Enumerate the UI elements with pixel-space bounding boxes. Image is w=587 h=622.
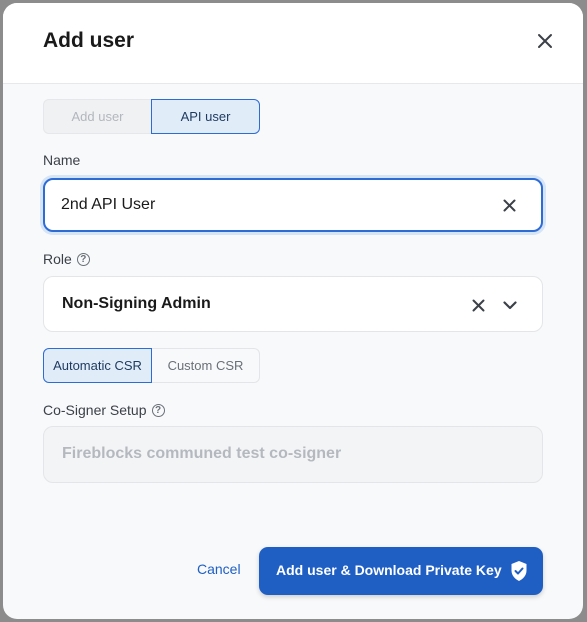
name-label: Name (43, 152, 80, 168)
name-clear-button[interactable] (499, 195, 519, 215)
cancel-button[interactable]: Cancel (197, 561, 241, 577)
role-label: Role ? (43, 251, 90, 267)
role-label-text: Role (43, 251, 72, 267)
x-clear-icon (472, 299, 484, 311)
csr-toggle: Automatic CSR Custom CSR (43, 348, 260, 383)
submit-label: Add user & Download Private Key (276, 562, 502, 578)
close-button[interactable] (533, 29, 557, 53)
dialog-title: Add user (43, 29, 135, 52)
shield-check-icon (511, 561, 527, 581)
role-select[interactable]: Non-Signing Admin (43, 276, 543, 332)
cosigner-value: Fireblocks communed test co-signer (62, 445, 342, 462)
role-clear-button[interactable] (468, 295, 488, 315)
x-clear-icon (503, 199, 515, 211)
question-circle-icon[interactable]: ? (151, 403, 165, 417)
role-value: Non-Signing Admin (62, 295, 211, 312)
add-user-download-key-button[interactable]: Add user & Download Private Key (259, 547, 543, 595)
user-type-toggle: Add user API user (43, 99, 260, 134)
role-dropdown-toggle[interactable] (500, 295, 520, 315)
tab-api-user[interactable]: API user (151, 99, 260, 134)
tab-add-user[interactable]: Add user (43, 99, 151, 134)
add-user-dialog: Add user Add user API user Name Role ? N… (3, 3, 583, 619)
tab-automatic-csr[interactable]: Automatic CSR (43, 348, 152, 383)
cosigner-select: Fireblocks communed test co-signer (43, 426, 543, 483)
dialog-header: Add user (3, 3, 583, 84)
cosigner-label: Co-Signer Setup ? (43, 402, 165, 418)
name-input[interactable] (61, 192, 481, 218)
cosigner-label-text: Co-Signer Setup (43, 402, 147, 418)
name-label-text: Name (43, 152, 81, 168)
chevron-down-icon (503, 300, 517, 309)
question-circle-icon[interactable]: ? (76, 252, 90, 266)
name-field[interactable] (43, 178, 543, 232)
tab-custom-csr[interactable]: Custom CSR (152, 348, 260, 383)
close-icon (538, 34, 552, 48)
